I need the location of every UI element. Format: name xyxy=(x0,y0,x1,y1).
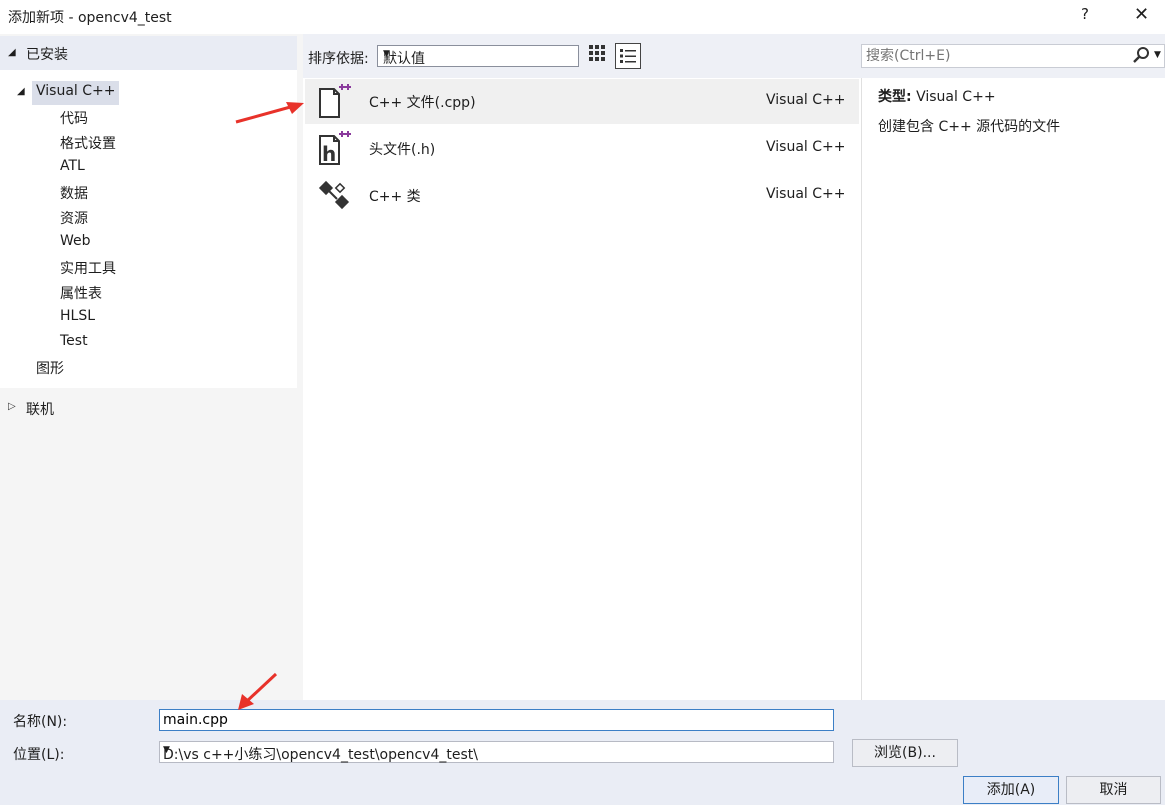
close-button[interactable]: ✕ xyxy=(1134,4,1149,25)
template-toolbar: 排序依据: 默认值 ▼ ▼ xyxy=(303,34,1165,78)
type-label: 类型: xyxy=(878,89,912,105)
template-list: C++ 文件(.cpp) Visual C++ h 头文件(.h) Visual… xyxy=(303,78,862,700)
browse-button[interactable]: 浏览(B)... xyxy=(852,739,958,767)
tree-item-formatting[interactable]: 格式设置 xyxy=(60,133,116,153)
tree-item-utility[interactable]: 实用工具 xyxy=(60,258,116,278)
template-item-cpp-file[interactable]: C++ 文件(.cpp) Visual C++ xyxy=(305,79,859,124)
tree-item-graphics[interactable]: 图形 xyxy=(36,358,64,378)
chevron-down-icon[interactable]: ▼ xyxy=(1154,50,1161,60)
search-icon[interactable] xyxy=(1132,46,1150,68)
chevron-down-icon: ▼ xyxy=(383,49,390,59)
title-bar: 添加新项 - opencv4_test ? ✕ xyxy=(0,0,1165,34)
cancel-button[interactable]: 取消 xyxy=(1066,776,1161,804)
annotation-arrow-icon xyxy=(238,672,278,710)
tree-item-property-sheets[interactable]: 属性表 xyxy=(60,283,102,303)
cpp-class-icon xyxy=(317,177,351,213)
tree-item-resources[interactable]: 资源 xyxy=(60,208,88,228)
header-file-icon: h xyxy=(317,130,351,166)
template-item-header-file[interactable]: h 头文件(.h) Visual C++ xyxy=(305,126,859,171)
tree-item-test[interactable]: Test xyxy=(60,333,88,349)
expand-triangle-icon[interactable]: ◢ xyxy=(17,86,25,97)
installed-node[interactable]: ◢ 已安装 xyxy=(0,36,297,70)
search-input[interactable] xyxy=(866,47,1121,65)
tree-item-visual-cpp[interactable]: Visual C++ xyxy=(32,81,120,105)
name-label: 名称(N): xyxy=(13,714,68,730)
template-description: 创建包含 C++ 源代码的文件 xyxy=(878,119,1061,135)
annotation-arrow-icon xyxy=(235,102,304,124)
template-item-cpp-class[interactable]: C++ 类 Visual C++ xyxy=(305,173,859,218)
tree-item-code[interactable]: 代码 xyxy=(60,108,88,128)
search-box[interactable]: ▼ xyxy=(861,44,1165,68)
item-form: 名称(N): 位置(L): D:\vs c++小练习\opencv4_test\… xyxy=(0,700,1165,805)
installed-label: 已安装 xyxy=(26,47,68,63)
location-label: 位置(L): xyxy=(13,747,65,763)
tree-item-hlsl[interactable]: HLSL xyxy=(60,308,95,324)
template-language: Visual C++ xyxy=(766,139,846,155)
sort-label: 排序依据: xyxy=(308,51,369,67)
template-name: C++ 类 xyxy=(369,189,421,205)
online-node[interactable]: ▷ 联机 xyxy=(0,390,297,424)
svg-text:h: h xyxy=(322,142,336,166)
tree-item-web[interactable]: Web xyxy=(60,233,91,249)
template-type: 类型: Visual C++ xyxy=(878,86,996,106)
template-name: C++ 文件(.cpp) xyxy=(369,95,476,111)
online-label: 联机 xyxy=(26,402,54,418)
template-language: Visual C++ xyxy=(766,92,846,108)
cpp-file-icon xyxy=(317,83,351,119)
expand-triangle-icon[interactable]: ▷ xyxy=(8,401,16,412)
template-details: 类型: Visual C++ 创建包含 C++ 源代码的文件 xyxy=(863,78,1165,700)
grid-view-icon[interactable] xyxy=(585,44,609,68)
add-button[interactable]: 添加(A) xyxy=(963,776,1059,804)
tree-item-atl[interactable]: ATL xyxy=(60,158,85,174)
list-view-icon[interactable] xyxy=(615,43,641,69)
template-name: 头文件(.h) xyxy=(369,142,436,158)
window-title: 添加新项 - opencv4_test xyxy=(8,10,172,26)
category-panel: ◢ 已安装 ◢ Visual C++ 代码 格式设置 ATL 数据 资源 Web… xyxy=(0,34,303,700)
help-button[interactable]: ? xyxy=(1081,5,1089,23)
chevron-down-icon[interactable]: ▼ xyxy=(163,745,827,755)
template-language: Visual C++ xyxy=(766,186,846,202)
type-value: Visual C++ xyxy=(916,89,996,105)
location-dropdown[interactable]: D:\vs c++小练习\opencv4_test\opencv4_test\ … xyxy=(159,741,834,763)
sort-dropdown[interactable]: 默认值 ▼ xyxy=(377,45,579,67)
tree-item-data[interactable]: 数据 xyxy=(60,183,88,203)
collapse-triangle-icon[interactable]: ◢ xyxy=(8,47,16,58)
